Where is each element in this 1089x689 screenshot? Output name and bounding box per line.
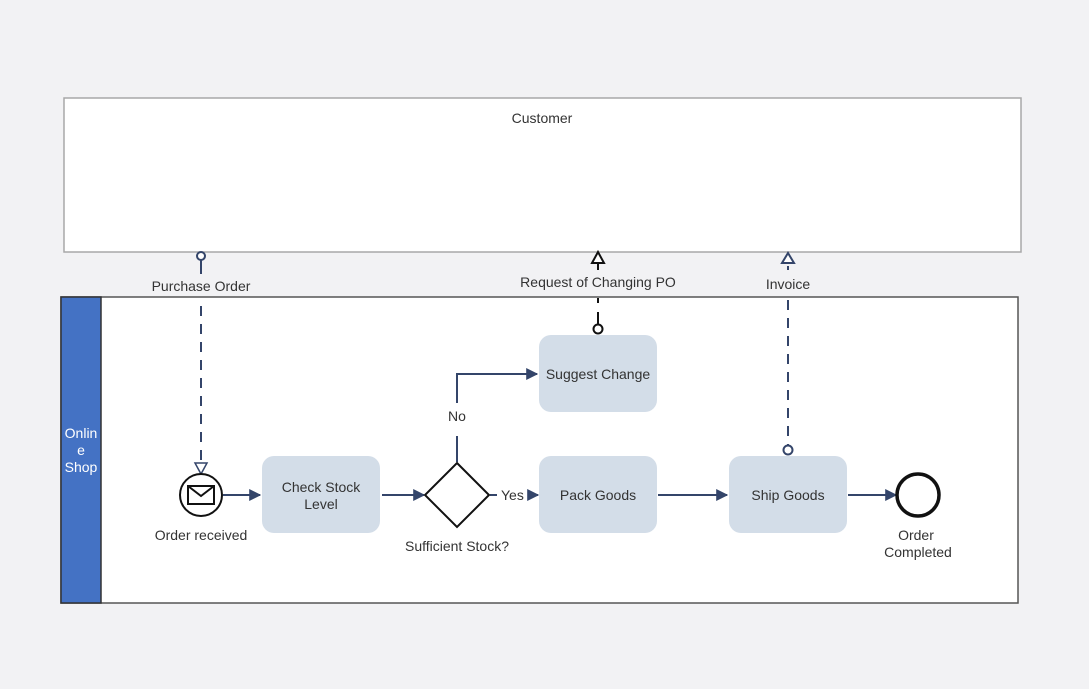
task-label: Check Stock — [282, 479, 362, 495]
invoice-label: Invoice — [766, 276, 811, 292]
task-label: Pack Goods — [560, 487, 636, 503]
bpmn-diagram: Customer Onlin e Shop Purchase Order Req… — [60, 97, 1022, 604]
customer-pool[interactable]: Customer — [63, 97, 1022, 253]
change-request-label: Request of Changing PO — [520, 274, 676, 290]
lane-label-line2: e — [77, 442, 85, 458]
purchase-order-label: Purchase Order — [152, 278, 251, 294]
task-check-stock[interactable]: Check Stock Level — [262, 456, 380, 533]
gateway-no-label: No — [448, 408, 466, 424]
gateway-yes-label: Yes — [501, 487, 524, 503]
customer-pool-label: Customer — [512, 110, 573, 126]
task-suggest-change[interactable]: Suggest Change — [539, 335, 657, 412]
gateway-label: Sufficient Stock? — [405, 538, 509, 554]
start-event-label: Order received — [155, 527, 248, 543]
envelope-icon — [187, 485, 215, 505]
task-ship-goods[interactable]: Ship Goods — [729, 456, 847, 533]
lane-label-line1: Onlin — [65, 425, 98, 441]
task-label: Ship Goods — [751, 487, 824, 503]
task-label: Suggest Change — [546, 366, 651, 382]
online-shop-pool[interactable]: Onlin e Shop — [60, 296, 1019, 604]
task-pack-goods[interactable]: Pack Goods — [539, 456, 657, 533]
lane-label-line3: Shop — [65, 459, 98, 475]
end-event-label-line1: Order — [898, 527, 934, 543]
end-event-label-line2: Completed — [884, 544, 952, 560]
task-label: Level — [304, 496, 337, 512]
